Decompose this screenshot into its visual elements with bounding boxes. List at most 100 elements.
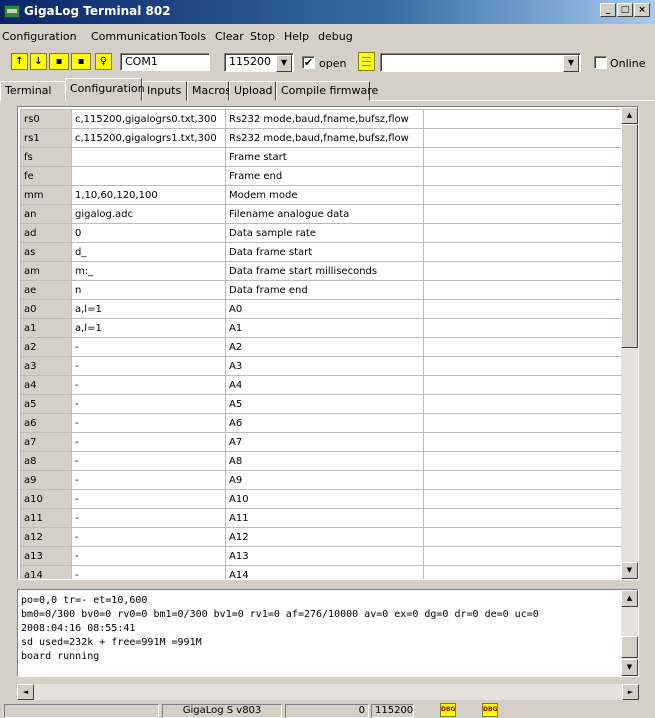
tab-inputs[interactable]: Inputs <box>142 81 187 101</box>
scroll-thumb[interactable] <box>621 124 638 348</box>
grid-vertical-scrollbar[interactable]: ▲ ▼ <box>621 107 638 579</box>
table-row[interactable]: a2- A2 <box>20 337 627 357</box>
tab-configuration[interactable]: Configuration <box>65 78 145 101</box>
value-cell[interactable]: d_ <box>71 242 226 262</box>
row-key-cell: a11 <box>20 508 72 528</box>
description-cell: Modem mode <box>225 185 424 205</box>
table-row[interactable]: a4- A4 <box>20 375 627 395</box>
scroll-up-icon[interactable]: ▲ <box>621 107 638 124</box>
notepad-icon[interactable] <box>358 52 375 71</box>
table-row[interactable]: a1 a,l=1 A1 <box>20 318 627 338</box>
value-cell[interactable]: - <box>71 356 226 376</box>
menu-stop[interactable]: Stop <box>250 30 275 43</box>
value-cell[interactable]: m:_ <box>71 261 226 281</box>
scroll-thumb[interactable] <box>621 636 638 658</box>
table-row[interactable]: a3- A3 <box>20 356 627 376</box>
value-cell[interactable]: - <box>71 413 226 433</box>
table-row[interactable]: a0 a,l=1 A0 <box>20 299 627 319</box>
console-vertical-scrollbar[interactable]: ▲ ▼ <box>621 590 638 676</box>
table-row[interactable]: a14- A14 <box>20 565 627 579</box>
tab-macros[interactable]: Macros <box>187 81 231 101</box>
window-title: GigaLog Terminal 802 <box>24 4 171 18</box>
value-cell[interactable]: a,l=1 <box>71 318 226 338</box>
scroll-right-icon[interactable]: ► <box>622 684 639 700</box>
table-row[interactable]: an gigalog.adc Filename analogue data <box>20 204 627 224</box>
table-row[interactable]: a11- A11 <box>20 508 627 528</box>
scroll-down-icon[interactable]: ▼ <box>621 562 638 579</box>
description-cell: Frame start <box>225 147 424 167</box>
arrow-down-icon[interactable]: ↓ <box>30 53 47 70</box>
value-cell[interactable]: n <box>71 280 226 300</box>
value-cell[interactable]: - <box>71 565 226 579</box>
table-row[interactable]: rs1 c,115200,gigalogrs1.txt,300 Rs232 mode… <box>20 128 627 148</box>
table-row[interactable]: a5- A5 <box>20 394 627 414</box>
baud-select[interactable]: 115200 ▼ <box>224 53 294 72</box>
menu-clear[interactable]: Clear <box>215 30 244 43</box>
value-cell[interactable]: - <box>71 337 226 357</box>
value-cell[interactable] <box>71 166 226 186</box>
save-disk-icon[interactable]: ▪ <box>49 53 69 70</box>
table-row[interactable]: a9- A9 <box>20 470 627 490</box>
table-row[interactable]: mm 1,10,60,120,100 Modem mode <box>20 185 627 205</box>
value-cell[interactable] <box>71 147 226 167</box>
value-cell[interactable]: c,115200,gigalogrs0.txt,300 <box>71 109 226 129</box>
value-cell[interactable]: gigalog.adc <box>71 204 226 224</box>
table-row[interactable]: a6- A6 <box>20 413 627 433</box>
scroll-up-icon[interactable]: ▲ <box>621 590 638 607</box>
value-cell[interactable]: - <box>71 394 226 414</box>
close-button[interactable]: × <box>634 3 650 17</box>
row-key-cell: a13 <box>20 546 72 566</box>
table-row[interactable]: as d_ Data frame start <box>20 242 627 262</box>
value-cell[interactable]: - <box>71 432 226 452</box>
value-cell[interactable]: - <box>71 546 226 566</box>
scroll-down-icon[interactable]: ▼ <box>621 659 638 676</box>
menu-help[interactable]: Help <box>284 30 309 43</box>
open-checkbox[interactable]: ✔ <box>302 56 315 69</box>
chevron-down-icon[interactable]: ▼ <box>563 55 579 72</box>
value-cell[interactable]: - <box>71 489 226 509</box>
value-cell[interactable]: 0 <box>71 223 226 243</box>
menu-tools[interactable]: Tools <box>179 30 206 43</box>
table-row[interactable]: a8- A8 <box>20 451 627 471</box>
port-field[interactable]: COM1 <box>120 53 210 71</box>
table-row[interactable]: a12- A12 <box>20 527 627 547</box>
menu-debug[interactable]: debug <box>318 30 353 43</box>
table-row[interactable]: am m:_ Data frame start milliseconds <box>20 261 627 281</box>
table-row[interactable]: fs Frame start <box>20 147 627 167</box>
row-key-cell: as <box>20 242 72 262</box>
value-cell[interactable]: - <box>71 451 226 471</box>
console-output[interactable]: po=0,0 tr=- et=10,600 bm0=0/300 bv0=0 rv… <box>17 589 639 677</box>
horizontal-scrollbar[interactable]: ◄ ► <box>17 684 639 700</box>
table-row[interactable]: ae n Data frame end <box>20 280 627 300</box>
command-input[interactable]: ▼ <box>380 53 581 72</box>
chevron-down-icon[interactable]: ▼ <box>276 55 292 72</box>
tab-terminal[interactable]: Terminal <box>0 81 66 101</box>
table-row[interactable]: a10- A10 <box>20 489 627 509</box>
value-cell[interactable]: - <box>71 375 226 395</box>
menu-configuration[interactable]: Configuration <box>2 30 77 43</box>
value-cell[interactable]: a,l=1 <box>71 299 226 319</box>
save-disk-icon[interactable]: ▪ <box>71 53 91 70</box>
value-cell[interactable]: - <box>71 470 226 490</box>
description-cell: Data frame start <box>225 242 424 262</box>
value-cell[interactable]: 1,10,60,120,100 <box>71 185 226 205</box>
online-checkbox[interactable] <box>594 56 607 69</box>
table-row[interactable]: fe Frame end <box>20 166 627 186</box>
arrow-up-icon[interactable]: ↑ <box>11 53 28 70</box>
menu-communication[interactable]: Communication <box>91 30 178 43</box>
table-row[interactable]: a7- A7 <box>20 432 627 452</box>
tab-upload[interactable]: Upload <box>229 81 276 101</box>
scroll-left-icon[interactable]: ◄ <box>17 684 34 700</box>
table-row[interactable]: rs0 c,115200,gigalogrs0.txt,300 Rs232 mode… <box>20 109 627 129</box>
table-row[interactable]: a13- A13 <box>20 546 627 566</box>
tab-compile-firmware[interactable]: Compile firmware <box>276 81 378 101</box>
table-row[interactable]: ad 0 Data sample rate <box>20 223 627 243</box>
bell-icon[interactable]: ♀ <box>95 53 112 70</box>
value-cell[interactable]: c,115200,gigalogrs1.txt,300 <box>71 128 226 148</box>
extra-cell <box>423 337 627 357</box>
maximize-button[interactable]: □ <box>617 3 633 17</box>
extra-cell <box>423 451 627 471</box>
minimize-button[interactable]: _ <box>600 3 616 17</box>
value-cell[interactable]: - <box>71 527 226 547</box>
value-cell[interactable]: - <box>71 508 226 528</box>
